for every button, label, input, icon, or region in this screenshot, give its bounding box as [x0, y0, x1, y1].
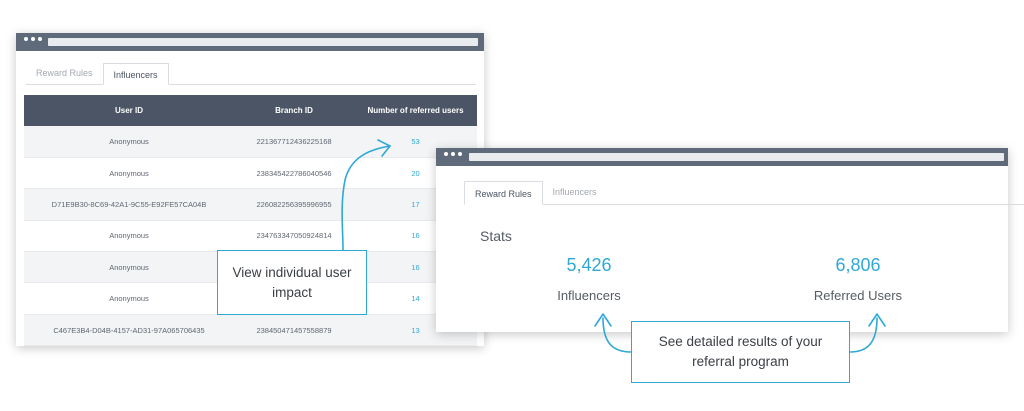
referred-users-count: 6,806 [835, 255, 881, 275]
tab-influencers[interactable]: Influencers [543, 180, 607, 204]
branch-id-cell: 238450471457558879 [234, 314, 354, 347]
window-dot-icon[interactable] [38, 37, 42, 41]
window-titlebar [436, 148, 1008, 166]
branch-id-cell: 226082256395996955 [234, 188, 354, 221]
window-controls[interactable] [444, 152, 462, 156]
user-id-cell: Anonymous [24, 282, 234, 315]
tab-bar: Reward Rules Influencers [26, 61, 476, 85]
branch-id-cell: 221367712436225168 [234, 126, 354, 158]
window-dot-icon[interactable] [444, 152, 448, 156]
user-id-cell: Anonymous [24, 157, 234, 190]
window-dot-icon[interactable] [31, 37, 35, 41]
branch-id-cell: 234763347050924814 [234, 220, 354, 253]
callout-individual-impact: View individual user impact [217, 250, 367, 315]
user-id-cell: Anonymous [24, 126, 234, 158]
table-row[interactable]: C467E3B4-D04B-4157-AD31-97A065706435 238… [24, 314, 477, 347]
stats-heading: Stats [480, 228, 512, 244]
user-id-cell: D71E9B30-8C69-42A1-9C55-E92FE57CA04B [24, 188, 234, 221]
address-bar[interactable] [469, 153, 1004, 161]
column-header-referred-users[interactable]: Number of referred users [354, 95, 477, 126]
stats-window: Reward Rules Influencers Stats 5,426 Inf… [436, 148, 1024, 332]
window-dot-icon[interactable] [24, 37, 28, 41]
branch-id-cell: 238345422786040546 [234, 157, 354, 190]
tab-reward-rules[interactable]: Reward Rules [26, 62, 103, 84]
user-id-cell: Anonymous [24, 220, 234, 253]
user-id-cell: Anonymous [24, 251, 234, 284]
influencers-count: 5,426 [566, 255, 612, 275]
table-row[interactable]: Anonymous 234763347050924814 16 [24, 220, 477, 253]
referred-users-label: Referred Users [813, 288, 903, 303]
tab-reward-rules[interactable]: Reward Rules [464, 181, 543, 205]
table-row[interactable]: Anonymous 221367712436225168 53 [24, 126, 477, 158]
user-id-cell: C467E3B4-D04B-4157-AD31-97A065706435 [24, 314, 234, 347]
window-titlebar [16, 33, 484, 51]
table-header-row: User ID Branch ID Number of referred use… [24, 95, 477, 126]
window-controls[interactable] [24, 37, 42, 41]
window-dot-icon[interactable] [458, 152, 462, 156]
column-header-branch-id[interactable]: Branch ID [234, 95, 354, 126]
tab-bar: Reward Rules Influencers [464, 180, 1024, 205]
address-bar[interactable] [48, 38, 478, 46]
table-row[interactable]: D71E9B30-8C69-42A1-9C55-E92FE57CA04B 226… [24, 188, 477, 221]
window-dot-icon[interactable] [451, 152, 455, 156]
column-header-user-id[interactable]: User ID [24, 95, 234, 126]
table-row[interactable]: Anonymous 238345422786040546 20 [24, 157, 477, 190]
tab-influencers[interactable]: Influencers [102, 63, 169, 85]
callout-program-results: See detailed results of your referral pr… [631, 321, 850, 383]
influencers-label: Influencers [557, 288, 621, 303]
